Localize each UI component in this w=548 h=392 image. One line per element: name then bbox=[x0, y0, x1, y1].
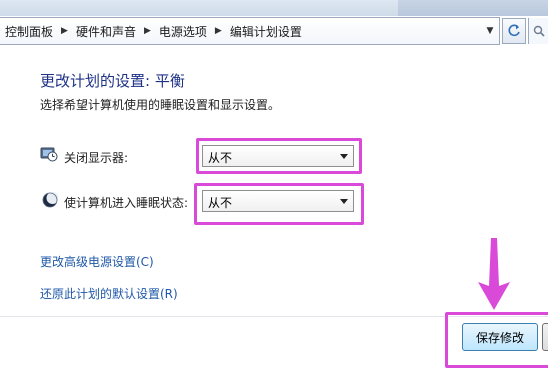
annotation-highlight-box bbox=[196, 138, 362, 174]
search-box[interactable] bbox=[528, 18, 548, 44]
display-off-label: 关闭显示器: bbox=[64, 151, 129, 165]
restore-defaults-link[interactable]: 还原此计划的默认设置(R) bbox=[40, 285, 178, 302]
breadcrumb: 控制面板 ▶ 硬件和声音 ▶ 电源选项 ▶ 编辑计划设置 bbox=[2, 18, 305, 44]
search-icon bbox=[533, 25, 545, 37]
chevron-down-icon[interactable]: ▼ bbox=[483, 21, 497, 41]
breadcrumb-separator-icon[interactable]: ▶ bbox=[139, 26, 156, 36]
monitor-clock-icon bbox=[40, 146, 58, 166]
save-changes-button[interactable]: 保存修改 bbox=[462, 323, 538, 351]
title-bar-right bbox=[398, 0, 548, 16]
page-title: 更改计划的设置: 平衡 bbox=[40, 72, 185, 90]
breadcrumb-item-control-panel[interactable]: 控制面板 bbox=[2, 23, 56, 40]
breadcrumb-separator-icon[interactable]: ▶ bbox=[210, 26, 227, 36]
refresh-icon bbox=[508, 24, 520, 37]
sleep-label: 使计算机进入睡眠状态: bbox=[64, 196, 189, 210]
breadcrumb-item-edit-plan[interactable]: 编辑计划设置 bbox=[227, 23, 305, 40]
cancel-button[interactable] bbox=[542, 323, 548, 351]
advanced-power-settings-link[interactable]: 更改高级电源设置(C) bbox=[40, 253, 154, 270]
breadcrumb-item-power-options[interactable]: 电源选项 bbox=[156, 23, 210, 40]
annotation-highlight-box bbox=[194, 183, 364, 225]
refresh-button[interactable] bbox=[502, 18, 526, 44]
address-bar[interactable]: 控制面板 ▶ 硬件和声音 ▶ 电源选项 ▶ 编辑计划设置 ▼ bbox=[0, 17, 500, 45]
moon-icon bbox=[42, 192, 59, 212]
breadcrumb-separator-icon[interactable]: ▶ bbox=[56, 26, 73, 36]
page-description: 选择希望计算机使用的睡眠设置和显示设置。 bbox=[40, 98, 281, 112]
annotation-arrow-icon bbox=[478, 238, 510, 310]
breadcrumb-item-hardware-sound[interactable]: 硬件和声音 bbox=[73, 23, 139, 40]
